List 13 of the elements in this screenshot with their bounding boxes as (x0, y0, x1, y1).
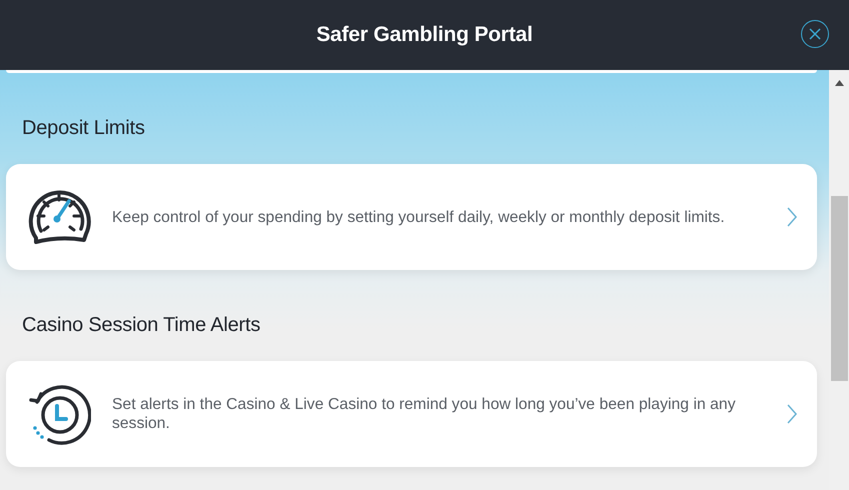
close-icon (809, 28, 821, 40)
window-title: Safer Gambling Portal (316, 23, 533, 47)
chevron-right-icon (787, 207, 797, 227)
scrollbar[interactable] (829, 70, 849, 490)
option-card[interactable]: Keep control of your spending by setting yourself daily, weekly or monthly deposit limits. (6, 164, 817, 270)
chevron-right-icon (787, 404, 797, 424)
option-card[interactable]: Set alerts in the Casino & Live Casino to remind you how long you’ve been playing in any session. (6, 361, 817, 467)
scroll-up-icon[interactable] (834, 80, 844, 86)
option-description: Keep control of your spending by setting yourself daily, weekly or monthly deposit limits. (112, 208, 726, 226)
close-button[interactable] (801, 20, 829, 48)
section-title: Deposit Limits (22, 116, 146, 141)
section-title: Casino Session Time Alerts (22, 313, 262, 338)
option-description: Set alerts in the Casino & Live Casino to remind you how long you’ve been playing in any session. (112, 395, 736, 433)
